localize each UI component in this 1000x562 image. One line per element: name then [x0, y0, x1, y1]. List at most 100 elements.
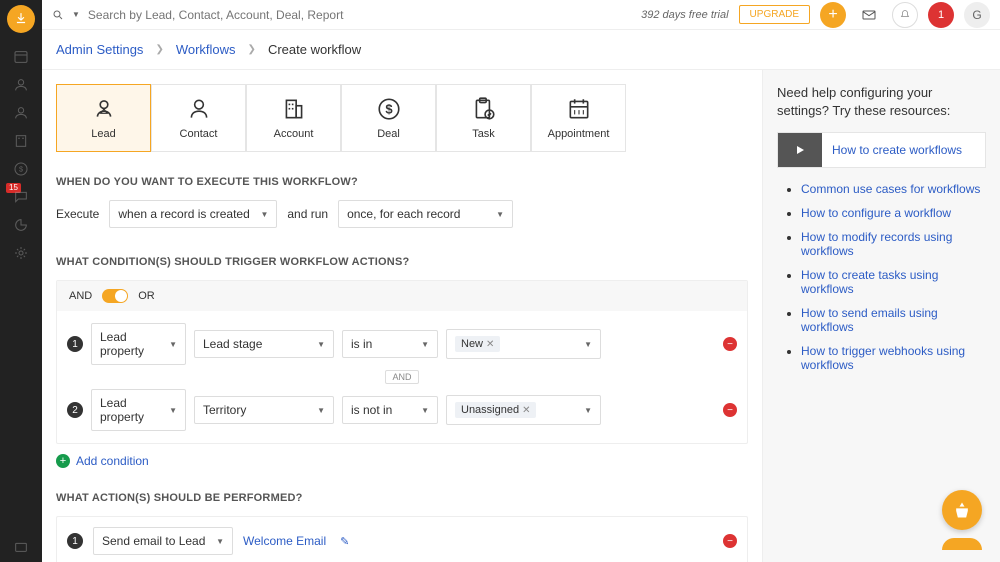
search-icon[interactable] [52, 9, 64, 21]
condition-number: 1 [67, 336, 83, 352]
nav-leads[interactable] [0, 71, 42, 99]
help-link[interactable]: How to configure a workflow [801, 206, 951, 220]
value-chip[interactable]: Unassigned✕ [455, 402, 536, 418]
or-label: OR [138, 290, 155, 302]
nav-phone[interactable] [0, 534, 42, 562]
caret-down-icon: ▼ [317, 406, 325, 415]
module-lead[interactable]: Lead [56, 84, 151, 152]
execute-section-header: WHEN DO YOU WANT TO EXECUTE THIS WORKFLO… [56, 176, 748, 188]
nav-deals[interactable]: $ [0, 155, 42, 183]
chart-icon [13, 217, 29, 233]
delete-action-button[interactable]: − [723, 534, 737, 548]
side-navigation: $ 15 [0, 0, 42, 562]
mail-button[interactable] [856, 2, 882, 28]
module-selector: Lead Contact Account $ Deal [56, 84, 748, 152]
caret-down-icon: ▼ [496, 210, 504, 219]
help-link[interactable]: How to send emails using workflows [801, 306, 938, 334]
nav-settings[interactable] [0, 239, 42, 267]
upgrade-button[interactable]: UPGRADE [739, 5, 810, 24]
marketplace-fab[interactable] [942, 490, 982, 530]
help-panel: Need help configuring your settings? Try… [762, 70, 1000, 562]
action-row: 1 Send email to Lead▼ Welcome Email ✎ − [56, 516, 748, 562]
breadcrumb-admin[interactable]: Admin Settings [56, 42, 143, 57]
play-icon [778, 133, 822, 167]
breadcrumb-workflows[interactable]: Workflows [176, 42, 236, 57]
delete-condition-button[interactable]: − [723, 337, 737, 351]
alert-badge[interactable]: 1 [928, 2, 954, 28]
nav-dashboard[interactable] [0, 43, 42, 71]
gear-icon [13, 245, 29, 261]
conditions-container: AND OR 1 Lead property▼ Lead stage▼ is i… [56, 280, 748, 444]
help-video-card[interactable]: How to create workflows [777, 132, 986, 168]
edit-icon[interactable]: ✎ [340, 535, 349, 548]
action-number: 1 [67, 533, 83, 549]
module-account[interactable]: Account [246, 84, 341, 152]
workflow-editor: Lead Contact Account $ Deal [42, 70, 762, 562]
condition-row: 2 Lead property▼ Territory▼ is not in▼ U… [67, 383, 737, 437]
add-new-button[interactable]: + [820, 2, 846, 28]
brand-logo[interactable] [7, 5, 35, 33]
help-link[interactable]: How to modify records using workflows [801, 230, 952, 258]
caret-down-icon: ▼ [584, 340, 592, 349]
condition-value-select[interactable]: Unassigned✕▼ [446, 395, 601, 425]
chat-icon [13, 189, 29, 205]
svg-text:$: $ [385, 101, 393, 116]
chip-remove-icon[interactable]: ✕ [522, 405, 530, 416]
user-avatar[interactable]: G [964, 2, 990, 28]
condition-field-select[interactable]: Lead stage▼ [194, 330, 334, 358]
help-title: Need help configuring your settings? Try… [777, 84, 986, 120]
value-chip[interactable]: New✕ [455, 336, 500, 352]
notifications-button[interactable] [892, 2, 918, 28]
help-video-link[interactable]: How to create workflows [822, 143, 972, 157]
search-dropdown-caret[interactable]: ▼ [72, 10, 80, 19]
chip-remove-icon[interactable]: ✕ [486, 339, 494, 350]
breadcrumb: Admin Settings ❯ Workflows ❯ Create work… [42, 30, 1000, 70]
condition-source-select[interactable]: Lead property▼ [91, 389, 186, 431]
nav-conversations[interactable]: 15 [0, 183, 42, 211]
condition-joiner: AND [67, 371, 737, 383]
module-appointment[interactable]: Appointment [531, 84, 626, 152]
chevron-right-icon: ❯ [248, 44, 256, 55]
nav-accounts[interactable] [0, 127, 42, 155]
add-condition-button[interactable]: +Add condition [56, 454, 748, 468]
and-or-toggle[interactable] [102, 289, 128, 303]
execute-label: Execute [56, 207, 99, 221]
condition-source-select[interactable]: Lead property▼ [91, 323, 186, 365]
global-search-input[interactable] [88, 8, 388, 22]
person-icon [13, 77, 29, 93]
condition-operator-select[interactable]: is in▼ [342, 330, 438, 358]
delete-condition-button[interactable]: − [723, 403, 737, 417]
help-link[interactable]: How to create tasks using workflows [801, 268, 938, 296]
contact-icon [186, 96, 212, 122]
actions-section-header: WHAT ACTION(S) SHOULD BE PERFORMED? [56, 492, 748, 504]
condition-row: 1 Lead property▼ Lead stage▼ is in▼ New✕… [67, 317, 737, 371]
execute-trigger-select[interactable]: when a record is created▼ [109, 200, 277, 228]
condition-field-select[interactable]: Territory▼ [194, 396, 334, 424]
condition-value-select[interactable]: New✕ ▼ [446, 329, 601, 359]
and-run-label: and run [287, 207, 328, 221]
conditions-section-header: WHAT CONDITION(S) SHOULD TRIGGER WORKFLO… [56, 256, 748, 268]
secondary-fab[interactable] [942, 538, 982, 550]
condition-operator-select[interactable]: is not in▼ [342, 396, 438, 424]
module-contact[interactable]: Contact [151, 84, 246, 152]
plus-icon: + [56, 454, 70, 468]
help-link[interactable]: Common use cases for workflows [801, 182, 980, 196]
trial-status: 392 days free trial [641, 9, 728, 21]
building-icon [13, 133, 29, 149]
contact-icon [13, 105, 29, 121]
caret-down-icon: ▼ [260, 210, 268, 219]
help-link[interactable]: How to trigger webhooks using workflows [801, 344, 965, 372]
svg-text:$: $ [19, 165, 23, 174]
condition-number: 2 [67, 402, 83, 418]
dollar-icon: $ [13, 161, 29, 177]
action-type-select[interactable]: Send email to Lead▼ [93, 527, 233, 555]
nav-contacts[interactable] [0, 99, 42, 127]
lead-icon [91, 96, 117, 122]
module-task[interactable]: Task [436, 84, 531, 152]
nav-reports[interactable] [0, 211, 42, 239]
module-deal[interactable]: $ Deal [341, 84, 436, 152]
execute-frequency-select[interactable]: once, for each record▼ [338, 200, 513, 228]
deal-icon: $ [376, 96, 402, 122]
action-template-link[interactable]: Welcome Email [243, 534, 326, 548]
breadcrumb-current: Create workflow [268, 42, 361, 57]
